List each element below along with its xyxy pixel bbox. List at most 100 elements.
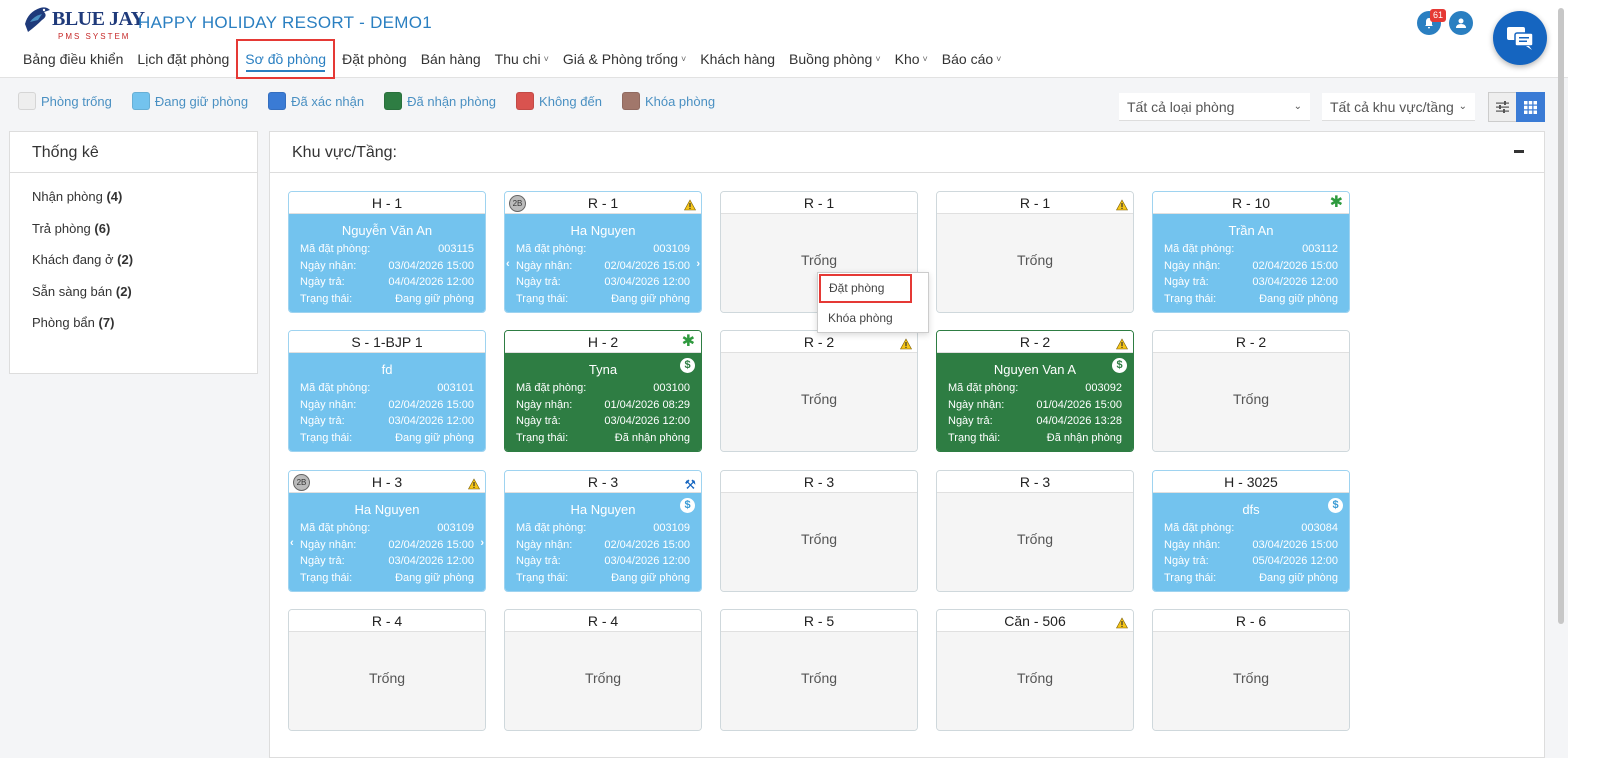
stats-item-count: (4) — [106, 189, 123, 204]
room-card[interactable]: R - 4 Trống — [504, 609, 702, 731]
stats-item[interactable]: Phòng bẩn (7) — [10, 307, 257, 339]
stats-item-label: Phòng bẩn — [32, 315, 95, 330]
stats-item[interactable]: Khách đang ở (2) — [10, 244, 257, 276]
prev-booking-arrow-icon[interactable]: ‹ — [290, 537, 294, 549]
guest-name: Trần An — [1228, 223, 1274, 238]
room-card-body: dfs Mã đặt phòng: 003084 Ngày nhận: 03/04/20… — [1153, 493, 1349, 591]
nav-item-label: Buồng phòng — [789, 51, 873, 67]
room-card[interactable]: R - 3 Trống — [936, 470, 1134, 592]
room-type-select[interactable]: Tất cả loại phòng ⌄ — [1119, 93, 1310, 121]
booking-info-label: Ngày nhận: — [300, 538, 357, 551]
room-card[interactable]: R - 4 Trống — [288, 609, 486, 731]
stats-item[interactable]: Nhận phòng (4) — [10, 181, 257, 213]
nav-item-9[interactable]: Kho ˅ — [888, 44, 935, 74]
room-card[interactable]: H - 1 Nguyễn Văn An Mã đặt phòng: 003115 Ngà… — [288, 191, 486, 313]
filter-settings-button[interactable] — [1488, 92, 1517, 122]
nav-item-10[interactable]: Báo cáo ˅ — [935, 44, 1009, 74]
grid-view-button[interactable] — [1516, 92, 1545, 122]
room-name: R - 3 — [587, 474, 619, 490]
room-card[interactable]: S - 1-BJP 1 fd Mã đặt phòng: 003101 Ngày nhậ… — [288, 330, 486, 452]
room-card-body: Trống — [721, 632, 917, 730]
warning-icon — [899, 334, 913, 350]
next-booking-arrow-icon[interactable]: › — [696, 258, 700, 270]
room-card-body: fd Mã đặt phòng: 003101 Ngày nhận: 02/04/202… — [289, 353, 485, 451]
booking-info: Mã đặt phòng: 003109 Ngày nhận: 02/04/2026 … — [289, 520, 485, 586]
context-menu-book-room[interactable]: Đặt phòng — [819, 274, 912, 303]
stats-panel: Thống kê Nhận phòng (4) Trả phòng (6) Khác… — [9, 131, 258, 374]
warning-icon — [1115, 613, 1129, 629]
room-card[interactable]: R - 1 2B Ha Nguyen Mã đặt phòng: 003109 Ngày … — [504, 191, 702, 313]
booking-info-label: Mã đặt phòng: — [1164, 243, 1235, 255]
legend-label: Đã nhận phòng — [407, 93, 497, 109]
booking-info-label: Ngày nhận: — [300, 259, 357, 272]
collapse-button[interactable] — [1514, 150, 1524, 153]
booking-info-value: 003109 — [653, 243, 690, 255]
room-card-header: R - 5 — [721, 610, 917, 632]
stats-item[interactable]: Sẵn sàng bán (2) — [10, 276, 257, 308]
room-name: R - 5 — [803, 613, 835, 629]
payment-dollar-icon: $ — [1112, 358, 1127, 373]
room-card[interactable]: R - 1 Trống — [936, 191, 1134, 313]
booking-info-value: 003112 — [1302, 243, 1338, 255]
nav-item-0[interactable]: Bảng điều khiển — [16, 44, 130, 74]
room-map-panel: Khu vực/Tầng: H - 1 Nguyễn Văn An Mã đặt p… — [269, 131, 1545, 758]
room-card[interactable]: R - 2 Nguyen Van A Mã đặt phòng: 003092 Ngày… — [936, 330, 1134, 452]
booking-info-row: Ngày nhận: 02/04/2026 15:00 — [289, 537, 485, 554]
room-name: H - 1 — [371, 195, 403, 211]
nav-item-7[interactable]: Khách hàng — [693, 44, 782, 74]
user-avatar-icon[interactable] — [1449, 11, 1473, 35]
room-card-header: H - 3025 — [1153, 471, 1349, 493]
logo[interactable]: BLUE JAY PMS SYSTEM — [22, 4, 145, 41]
area-floor-title: Khu vực/Tầng: — [270, 132, 1544, 173]
nav-item-4[interactable]: Bán hàng — [414, 44, 488, 74]
room-card[interactable]: R - 5 Trống — [720, 609, 918, 731]
booking-info-label: Ngày trả: — [1164, 276, 1209, 288]
chat-button[interactable] — [1493, 11, 1547, 65]
booking-info-row: Ngày nhận: 03/04/2026 15:00 — [1153, 537, 1349, 554]
booking-info-label: Mã đặt phòng: — [300, 382, 371, 394]
guest-name: Tyna — [588, 362, 618, 377]
room-card[interactable]: R - 2 Trống — [1152, 330, 1350, 452]
room-card[interactable]: R - 3 Trống — [720, 470, 918, 592]
room-card[interactable]: H - 3025 dfs Mã đặt phòng: 003084 Ngày nhận:… — [1152, 470, 1350, 592]
active-underline — [246, 70, 326, 72]
booking-info-row: Ngày trả: 03/04/2026 12:00 — [1153, 274, 1349, 291]
booking-info-value: Đang giữ phòng — [395, 571, 474, 584]
grid-icon — [1524, 100, 1537, 114]
nav-item-5[interactable]: Thu chi ˅ — [488, 44, 556, 74]
room-context-menu: Đặt phòng Khóa phòng — [817, 272, 929, 333]
room-card[interactable]: Căn - 506 Trống — [936, 609, 1134, 731]
booking-info: Mã đặt phòng: 003100 Ngày nhận: 01/04/2026 … — [505, 380, 701, 446]
stats-item-label: Khách đang ở — [32, 252, 114, 267]
next-booking-arrow-icon[interactable]: › — [480, 537, 484, 549]
booking-info-value: Đã nhận phòng — [614, 431, 690, 444]
prev-booking-arrow-icon[interactable]: ‹ — [506, 258, 510, 270]
booking-info-row: Trạng thái: Đã nhận phòng — [505, 430, 701, 447]
nav-item-1[interactable]: Lịch đặt phòng — [130, 44, 236, 74]
booking-info-label: Ngày nhận: — [1164, 538, 1221, 551]
area-select[interactable]: Tất cả khu vực/tầng ⌄ — [1322, 93, 1475, 121]
legend-label: Khóa phòng — [644, 93, 716, 109]
legend-label: Đã xác nhận — [291, 93, 365, 109]
nav-item-3[interactable]: Đặt phòng — [335, 44, 414, 74]
stats-item[interactable]: Trả phòng (6) — [10, 213, 257, 245]
stats-item-count: (2) — [117, 252, 134, 267]
nav-item-8[interactable]: Buồng phòng ˅ — [782, 44, 888, 74]
room-card[interactable]: H - 2 ✱ Tyna Mã đặt phòng: 003100 Ngày nhận: 0… — [504, 330, 702, 452]
room-card[interactable]: H - 3 2B Ha Nguyen Mã đặt phòng: 003109 Ngày … — [288, 470, 486, 592]
room-card[interactable]: R - 10 ✱ Trần An Mã đặt phòng: 003112 Ngày nh… — [1152, 191, 1350, 313]
stats-item-count: (7) — [98, 315, 115, 330]
room-card[interactable]: R - 3 ⚒ Ha Nguyen Mã đặt phòng: 003109 Ngày n… — [504, 470, 702, 592]
chat-icon — [1507, 27, 1534, 50]
room-card[interactable]: R - 6 Trống — [1152, 609, 1350, 731]
context-menu-lock-room[interactable]: Khóa phòng — [818, 304, 928, 333]
nav-item-2[interactable]: Sơ đồ phòng — [236, 39, 336, 79]
room-card[interactable]: R - 2 Trống — [720, 330, 918, 452]
booking-info-value: 003101 — [437, 382, 474, 394]
stats-item-label: Trả phòng — [32, 220, 91, 236]
nav-item-6[interactable]: Giá & Phòng trống ˅ — [556, 44, 693, 74]
nav-item-label: Lịch đặt phòng — [137, 51, 230, 67]
scrollbar-thumb[interactable] — [1558, 8, 1564, 624]
room-card-header: R - 2 — [721, 331, 917, 353]
notification-count-badge: 61 — [1430, 9, 1447, 22]
